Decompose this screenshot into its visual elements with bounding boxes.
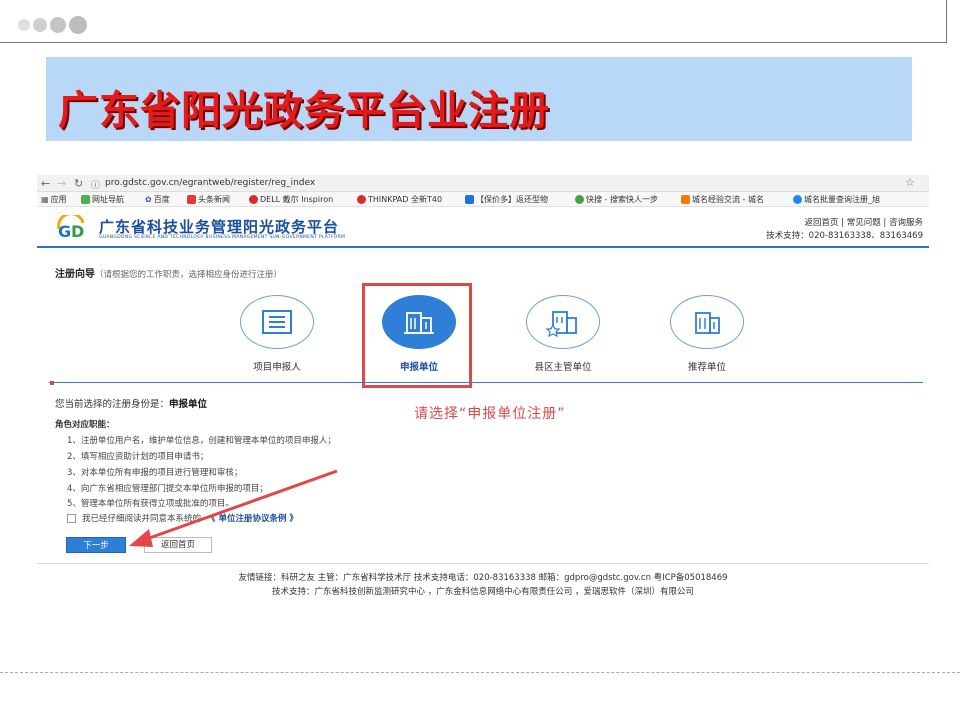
duty-item: 1、注册单位用户名，维护单位信息，创建和管理本单位的项目申报人； (67, 436, 336, 446)
slide-title: 广东省阳光政务平台业注册 (58, 88, 550, 134)
site-favicon-icon (465, 195, 474, 204)
bookmark-item[interactable]: 【保价多】返还型物 (465, 194, 548, 205)
agreement-row: 我已经仔细阅读并同意本系统的《 单位注册协议条例 》 (67, 512, 298, 524)
option-label: 县区主管单位 (534, 362, 592, 373)
toutiao-icon (187, 195, 196, 204)
footer-support: 技术支持：广东省科技创新监测研究中心 ，广东金科信息网络中心有限责任公司 ，爱瑞… (272, 587, 694, 595)
option-circle[interactable] (240, 295, 314, 349)
slide-bottom-rule (0, 672, 960, 673)
option-label: 项目申报人 (253, 362, 301, 373)
bookmark-item[interactable]: 头条新闻 (187, 194, 230, 205)
registration-guide: 注册向导（请根据您的工作职责，选择相应身份进行注册） (55, 265, 282, 280)
option-circle[interactable] (526, 295, 600, 349)
agreement-checkbox[interactable] (67, 513, 76, 523)
bookmark-item[interactable]: 网址导航 (81, 194, 124, 205)
next-step-button[interactable]: 下一步 (66, 537, 126, 553)
site-favicon-icon (81, 195, 90, 204)
site-title: 广东省科技业务管理阳光政务平台 (99, 218, 340, 236)
header-links[interactable]: 返回首页 | 常见问题 | 咨询服务 (804, 216, 923, 228)
option-circle[interactable] (670, 295, 744, 349)
dot-icon (50, 17, 66, 33)
duty-item: 3、对本单位所有申报的项目进行管理和审核； (67, 468, 243, 478)
footer-divider (37, 563, 929, 564)
selected-role: 申报单位 (169, 399, 208, 410)
bookmark-item[interactable]: 快搜 - 搜索快人一步 (575, 194, 658, 205)
dot-icon (33, 18, 47, 32)
id-card-icon (262, 310, 292, 334)
building-icon (695, 312, 720, 334)
decorative-dots (18, 16, 87, 34)
annotation-text: 请选择“申报单位注册” (414, 406, 566, 422)
section-divider (49, 382, 923, 383)
current-selection: 您当前选择的注册身份是：申报单位 (55, 399, 208, 410)
dell-icon (249, 195, 258, 204)
guide-hint: （请根据您的工作职责，选择相应身份进行注册） (95, 270, 283, 280)
bookmark-item[interactable]: DELL 戴尔 Inspiron (249, 194, 333, 205)
info-icon[interactable]: ⓘ (91, 178, 100, 191)
platform-logo-icon: G D (57, 215, 85, 241)
duty-item: 2、填写相应资助计划的项目申请书； (67, 452, 209, 462)
option-county-authority[interactable]: 县区主管单位 (523, 295, 603, 373)
marker-dot (50, 381, 54, 385)
thinkpad-icon (357, 195, 366, 204)
bookmark-item[interactable]: 城名经验交流 - 城名 (681, 194, 764, 205)
bookmark-item[interactable]: ✿ 百度 (145, 194, 170, 205)
back-home-button[interactable]: 返回首页 (144, 537, 212, 553)
url-text[interactable]: pro.gdstc.gov.cn/egrantweb/register/reg_… (105, 178, 315, 188)
agreement-text: 我已经仔细阅读并同意本系统的 (82, 514, 202, 524)
bookmark-item[interactable]: THINKPAD 全新T40 (357, 194, 442, 205)
duty-item: 4、向广东省相应管理部门提交本单位所申报的项目； (67, 484, 268, 494)
slide-top-rule (0, 42, 946, 43)
forward-arrow-icon[interactable]: → (57, 177, 66, 190)
reload-icon[interactable]: ↻ (74, 177, 83, 190)
dot-icon (69, 16, 87, 34)
address-bar[interactable]: ← → ↻ ⓘ pro.gdstc.gov.cn/egrantweb/regis… (37, 175, 929, 192)
browser-screenshot: ← → ↻ ⓘ pro.gdstc.gov.cn/egrantweb/regis… (37, 175, 929, 595)
building-star-icon (545, 311, 577, 337)
site-favicon-icon (793, 195, 802, 204)
option-recommender[interactable]: 推荐单位 (667, 295, 747, 373)
dot-icon (18, 19, 30, 31)
agreement-link[interactable]: 《 单位注册协议条例 》 (207, 512, 298, 524)
site-subtitle: GUANGDONG SCIENCE AND TECHNOLOGY BUSINES… (99, 235, 346, 240)
bookmark-item[interactable]: 城名批量查询注册_旭 (793, 194, 880, 205)
baidu-paw-icon: ✿ (145, 195, 152, 204)
back-arrow-icon[interactable]: ← (41, 177, 50, 190)
header-support: 技术支持：020-83163338、83163469 (766, 231, 923, 241)
svg-text:D: D (71, 222, 84, 241)
guide-title: 注册向导 (55, 269, 95, 280)
apps-grid-icon: ▦ (41, 195, 49, 204)
slide-side-rule (946, 0, 947, 43)
highlight-box (362, 283, 472, 388)
kuaisou-icon (575, 195, 584, 204)
option-label: 推荐单位 (687, 362, 726, 373)
duties-title: 角色对应职能： (55, 420, 115, 430)
bookmark-star-icon[interactable]: ☆ (905, 176, 915, 189)
duty-item: 5、管理本单位所有获得立项或批准的项目。 (67, 499, 234, 509)
bookmark-item[interactable]: ▦ 应用 (41, 194, 67, 205)
site-favicon-icon (681, 195, 690, 204)
option-applicant[interactable]: 项目申报人 (237, 295, 317, 373)
svg-text:G: G (58, 222, 71, 241)
footer-links: 友情链接：科研之友 主管：广东省科学技术厅 技术支持电话：020-8316333… (238, 573, 728, 583)
site-header: G D 广东省科技业务管理阳光政务平台 GUANGDONG SCIENCE AN… (37, 208, 929, 248)
bookmarks-bar: ▦ 应用 网址导航 ✿ 百度 头条新闻 DELL 戴尔 Inspiron THINK… (37, 192, 929, 207)
slide: 广东省阳光政务平台业注册 ← → ↻ ⓘ pro.gdstc.gov.cn/eg… (0, 0, 960, 720)
